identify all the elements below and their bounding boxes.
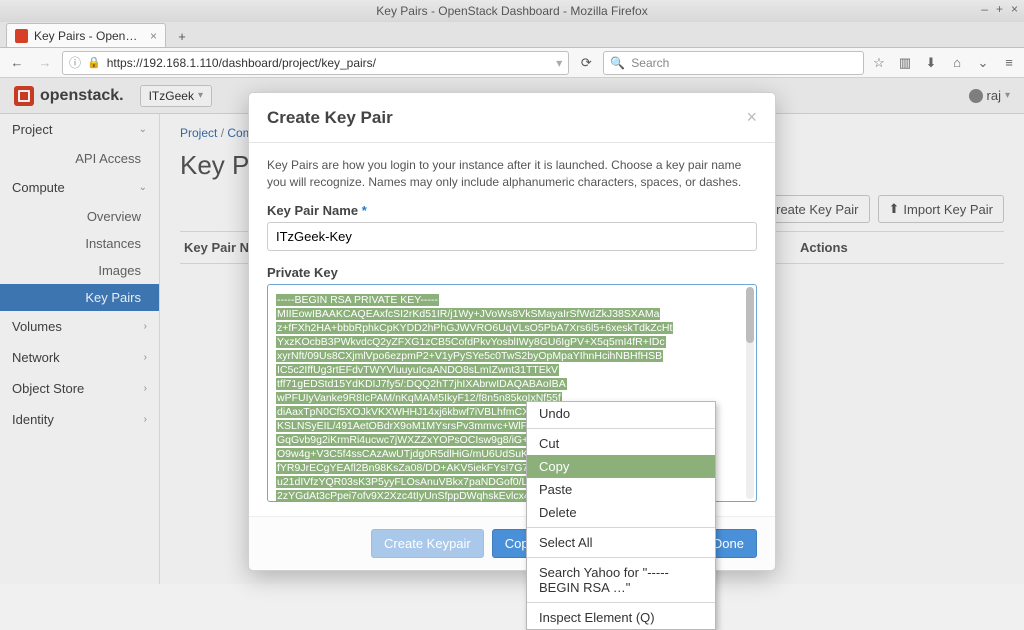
window-minimize-icon[interactable]: – bbox=[981, 2, 988, 16]
search-placeholder: Search bbox=[631, 56, 669, 70]
modal-title: Create Key Pair bbox=[267, 108, 393, 128]
tab-favicon-icon bbox=[15, 29, 28, 43]
separator bbox=[527, 527, 715, 528]
window-close-icon[interactable]: × bbox=[1011, 2, 1018, 16]
browser-tab-active[interactable]: Key Pairs - OpenStack Dashb… × bbox=[6, 23, 166, 47]
pocket-icon[interactable]: ⌄ bbox=[974, 55, 992, 71]
modal-close-button[interactable]: × bbox=[746, 107, 757, 128]
modal-help-text: Key Pairs are how you login to your inst… bbox=[267, 157, 757, 191]
separator bbox=[527, 428, 715, 429]
lock-icon: 🔒 bbox=[87, 56, 101, 69]
url-bar[interactable]: ⓘ 🔒 https://192.168.1.110/dashboard/proj… bbox=[62, 51, 569, 75]
ctx-paste[interactable]: Paste bbox=[527, 478, 715, 501]
browser-navbar: ← → ⓘ 🔒 https://192.168.1.110/dashboard/… bbox=[0, 48, 1024, 78]
window-maximize-icon[interactable]: + bbox=[996, 2, 1003, 16]
scrollbar-thumb[interactable] bbox=[746, 287, 754, 343]
nav-back-button[interactable]: ← bbox=[6, 52, 28, 74]
browser-search-bar[interactable]: 🔍 Search bbox=[603, 51, 864, 75]
key-pair-name-input[interactable] bbox=[267, 222, 757, 251]
home-icon[interactable]: ⌂ bbox=[948, 55, 966, 71]
downloads-icon[interactable]: ⬇ bbox=[922, 55, 940, 71]
app-root: openstack. ITzGeek ▾ raj ▾ Project⌄ API … bbox=[0, 78, 1024, 584]
site-info-icon[interactable]: ⓘ bbox=[69, 54, 81, 71]
ctx-cut[interactable]: Cut bbox=[527, 432, 715, 455]
tab-close-icon[interactable]: × bbox=[150, 29, 157, 43]
reader-icon[interactable]: ▾ bbox=[556, 56, 562, 70]
browser-tabstrip: Key Pairs - OpenStack Dashb… × + bbox=[0, 22, 1024, 48]
nav-forward-button: → bbox=[34, 52, 56, 74]
menu-icon[interactable]: ≡ bbox=[1000, 55, 1018, 71]
ctx-search-provider[interactable]: Search Yahoo for "-----BEGIN RSA …" bbox=[527, 561, 715, 599]
label-key-pair-name: Key Pair Name * bbox=[267, 203, 757, 218]
url-text: https://192.168.1.110/dashboard/project/… bbox=[107, 56, 551, 70]
ctx-delete[interactable]: Delete bbox=[527, 501, 715, 524]
context-menu: Undo Cut Copy Paste Delete Select All Se… bbox=[526, 401, 716, 630]
separator bbox=[527, 602, 715, 603]
star-icon[interactable]: ☆ bbox=[870, 55, 888, 71]
new-tab-button[interactable]: + bbox=[170, 25, 194, 47]
ctx-select-all[interactable]: Select All bbox=[527, 531, 715, 554]
separator bbox=[527, 557, 715, 558]
create-keypair-button: Create Keypair bbox=[371, 529, 484, 558]
browser-tab-title: Key Pairs - OpenStack Dashb… bbox=[34, 29, 144, 43]
ctx-undo[interactable]: Undo bbox=[527, 402, 715, 425]
ctx-copy[interactable]: Copy bbox=[527, 455, 715, 478]
nav-reload-button[interactable]: ⟳ bbox=[575, 52, 597, 74]
search-icon: 🔍 bbox=[610, 56, 625, 70]
window-titlebar: Key Pairs - OpenStack Dashboard - Mozill… bbox=[0, 0, 1024, 22]
window-title: Key Pairs - OpenStack Dashboard - Mozill… bbox=[376, 4, 647, 18]
label-private-key: Private Key bbox=[267, 265, 757, 280]
ctx-inspect[interactable]: Inspect Element (Q) bbox=[527, 606, 715, 629]
library-icon[interactable]: ▥ bbox=[896, 55, 914, 71]
